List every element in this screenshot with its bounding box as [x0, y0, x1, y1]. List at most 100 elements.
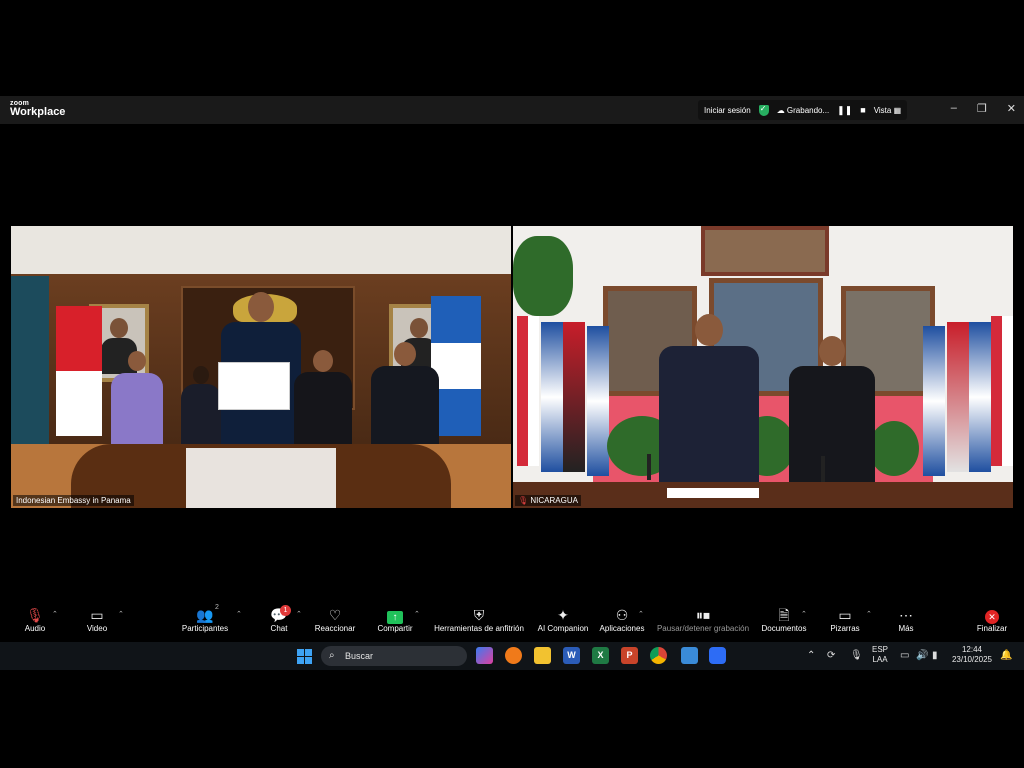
participants-count: 2: [215, 604, 219, 611]
audio-options-caret-icon[interactable]: ⌃: [52, 610, 58, 618]
copilot-icon[interactable]: [476, 647, 493, 664]
chat-badge: 1: [280, 605, 291, 616]
host-tools-label: Herramientas de anfitrión: [434, 624, 524, 633]
more-icon: ⋯: [899, 607, 913, 623]
window-painting: [11, 276, 49, 456]
camera-icon: ▭: [90, 607, 104, 623]
zoom-app-icon[interactable]: [709, 647, 726, 664]
minimize-icon[interactable]: –: [951, 102, 957, 115]
pause-recording-icon[interactable]: ❚❚: [837, 105, 852, 116]
more-label: Más: [898, 624, 914, 633]
documents-label: Documentos: [761, 624, 807, 633]
whiteboard-icon: ▭: [838, 607, 852, 623]
end-meeting-button[interactable]: ✕ Finalizar: [974, 606, 1010, 633]
video-button[interactable]: ▭ Video: [84, 606, 110, 633]
view-label: Vista: [873, 105, 892, 115]
host-tools-button[interactable]: ⛨ Herramientas de anfitrión: [431, 606, 527, 633]
chat-caret-icon[interactable]: ⌃: [296, 610, 302, 618]
microphone-left: [647, 454, 651, 480]
flag-left-2: [541, 322, 563, 472]
video-options-caret-icon[interactable]: ⌃: [118, 610, 124, 618]
pause-recording-button[interactable]: ⏸⏹ Pausar/detener grabación: [655, 606, 751, 633]
react-label: Reaccionar: [314, 624, 356, 633]
participants-button[interactable]: 👥 Participantes: [179, 606, 231, 633]
participants-label: Participantes: [181, 624, 229, 633]
flag-right-4: [991, 316, 1013, 466]
plant-right: [869, 421, 919, 476]
share-caret-icon[interactable]: ⌃: [414, 610, 420, 618]
desk-document: [667, 488, 759, 498]
person-seated-3: [294, 350, 352, 446]
ai-companion-label: AI Companion: [537, 624, 589, 633]
whiteboards-label: Pizarras: [830, 624, 860, 633]
window-controls: – ❐ ✕: [951, 102, 1016, 115]
mic-tray-icon[interactable]: 🎙: [850, 650, 863, 661]
apps-caret-icon[interactable]: ⌃: [638, 610, 644, 618]
flag-left-3: [563, 322, 585, 472]
title-controls: Iniciar sesión ☁ Grabando... ❚❚ ■ Vista …: [698, 100, 908, 120]
excel-icon[interactable]: X: [592, 647, 609, 664]
clock[interactable]: 12:44 23/10/2025: [950, 645, 994, 665]
cloud-icon: ☁: [776, 105, 785, 115]
display-icon[interactable]: ▭: [900, 650, 909, 661]
apps-label: Aplicaciones: [599, 624, 645, 633]
language-indicator[interactable]: ESP LAA: [870, 645, 890, 665]
close-icon[interactable]: ✕: [1007, 102, 1016, 115]
participants-caret-icon[interactable]: ⌃: [236, 610, 242, 618]
search-placeholder: Buscar: [345, 651, 374, 661]
batik-runner: [186, 448, 336, 508]
credential-letter: [218, 362, 290, 410]
windows-taskbar: ⌕ Buscar W X P ⌃ ⟳ 🎙 ESP LAA ▭ 🔊 ▮ 12:44 23…: [0, 642, 1024, 670]
chat-label: Chat: [270, 624, 288, 633]
participants-icon: 👥: [196, 607, 214, 623]
recording-status[interactable]: ☁ Grabando...: [777, 106, 829, 115]
video-label: Video: [86, 624, 108, 633]
whiteboards-caret-icon[interactable]: ⌃: [866, 610, 872, 618]
clock-date: 23/10/2025: [951, 655, 993, 664]
participant-name: NICARAGUA: [530, 496, 578, 505]
share-button[interactable]: ↑ Compartir: [375, 606, 415, 633]
view-button[interactable]: Vista ▦: [874, 106, 901, 115]
powerpoint-icon[interactable]: P: [621, 647, 638, 664]
muted-mic-icon: 🎙: [518, 496, 529, 505]
share-screen-icon: ↑: [387, 611, 403, 624]
top-painting: [701, 226, 829, 276]
lang-bottom: LAA: [872, 655, 888, 664]
video-tile-indonesia[interactable]: Indonesian Embassy in Panama: [11, 226, 511, 508]
chat-button[interactable]: 💬 1 Chat: [266, 605, 292, 633]
taskbar-search-box[interactable]: ⌕ Buscar: [321, 646, 467, 666]
title-bar: zoom Workplace Iniciar sesión ☁ Grabando…: [0, 96, 1024, 124]
documents-caret-icon[interactable]: ⌃: [801, 610, 807, 618]
clock-time: 12:44: [961, 645, 983, 654]
audio-button[interactable]: 🎙 Audio: [22, 606, 48, 633]
video-tile-nicaragua[interactable]: 🎙 NICARAGUA: [513, 226, 1013, 508]
notepad-icon[interactable]: [681, 647, 698, 664]
audio-label: Audio: [24, 624, 46, 633]
share-label: Compartir: [377, 624, 413, 633]
end-label: Finalizar: [976, 624, 1008, 633]
microphone-right: [821, 456, 825, 482]
zoom-logo: zoom Workplace: [10, 100, 65, 118]
ai-companion-button[interactable]: ✦ AI Companion: [535, 606, 591, 633]
person-seated-2: [181, 366, 221, 446]
signin-button[interactable]: Iniciar sesión: [704, 106, 751, 115]
battery-icon[interactable]: ▮: [932, 650, 938, 661]
stop-recording-icon[interactable]: ■: [860, 105, 865, 115]
meeting-toolbar: 🎙 Audio ⌃ ▭ Video ⌃ 👥 Participantes 2 ⌃ 💬 1 C…: [0, 602, 1024, 642]
react-button[interactable]: ♡ Reaccionar: [313, 606, 357, 633]
chrome-icon[interactable]: [650, 647, 667, 664]
firefox-icon[interactable]: [505, 647, 522, 664]
security-shield-icon[interactable]: [758, 104, 769, 116]
windows-start-icon[interactable]: [297, 649, 312, 664]
notification-bell-icon[interactable]: 🔔: [1000, 650, 1012, 661]
volume-icon[interactable]: 🔊: [916, 650, 928, 661]
file-explorer-icon[interactable]: [534, 647, 551, 664]
more-button[interactable]: ⋯ Más: [894, 606, 918, 633]
word-icon[interactable]: W: [563, 647, 580, 664]
person-seated-1: [111, 351, 163, 446]
whiteboards-button[interactable]: ▭ Pizarras: [828, 606, 862, 633]
person-speaker: [659, 314, 759, 482]
restore-icon[interactable]: ❐: [977, 102, 987, 115]
tray-overflow-chevron-icon[interactable]: ⌃: [807, 650, 815, 661]
sync-icon[interactable]: ⟳: [827, 650, 835, 661]
